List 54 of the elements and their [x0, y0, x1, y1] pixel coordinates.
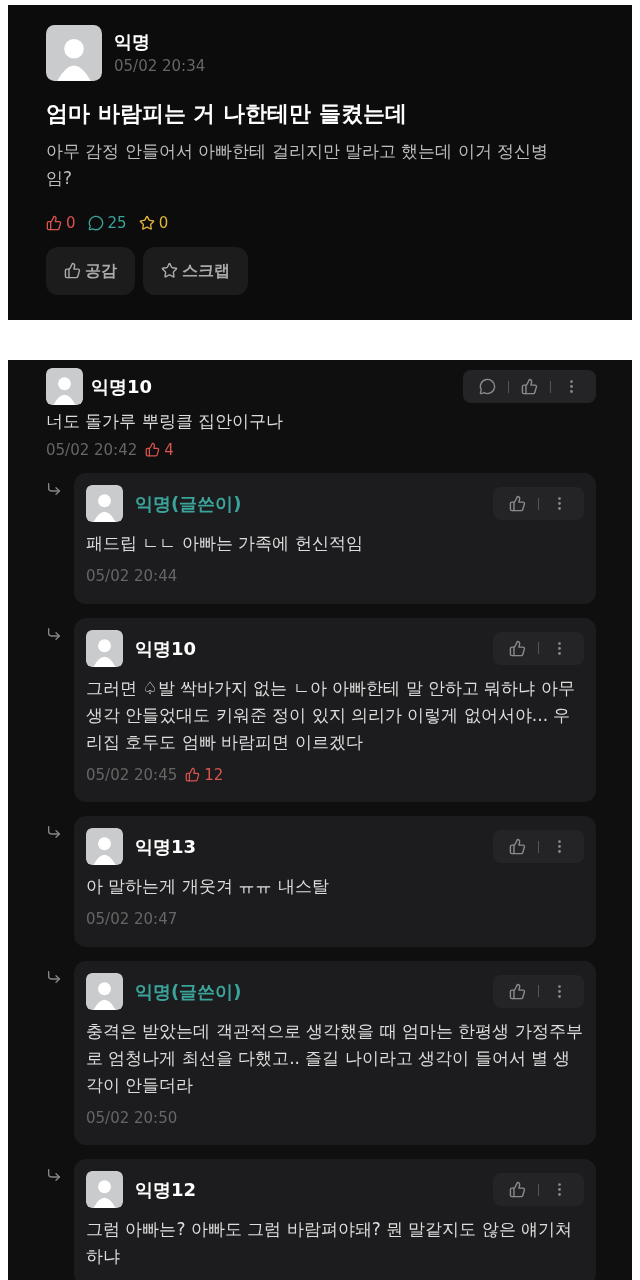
thumbs-up-icon — [145, 442, 161, 458]
thumbs-up-icon[interactable] — [509, 1181, 526, 1198]
avatar-icon — [86, 485, 123, 522]
avatar-icon — [46, 25, 102, 81]
avatar-icon — [86, 972, 123, 1010]
star-icon — [161, 262, 178, 279]
reply-arrow-icon — [46, 625, 62, 642]
star-icon — [138, 215, 155, 232]
comment-text: 너도 돌가루 뿌링클 집안이구나 — [46, 410, 285, 433]
reply-arrow-icon — [46, 1167, 62, 1183]
avatar-icon — [46, 368, 83, 405]
stat-count: 0 — [66, 213, 76, 234]
comment-author: 익명(글쓴이) — [135, 979, 242, 1004]
avatar-icon — [86, 1171, 123, 1208]
comment-author: 익명(글쓴이) — [135, 492, 242, 516]
comment-text: 패드립 ㄴㄴ 아빠는 가족에 헌신적임 — [86, 532, 364, 555]
like-count: 4 — [164, 439, 174, 461]
post-title: 엄마 바람피는 거 나한테만 들켰는데 — [46, 100, 408, 128]
comment-author: 익명10 — [135, 636, 197, 661]
comment-author: 익명10 — [91, 375, 153, 399]
stat-count: 0 — [158, 213, 169, 234]
comment-time: 05/02 20:44 — [86, 566, 178, 587]
post-body: 아무 감정 안들어서 아빠한테 걸리지만 말라고 했는데 이거 정신병임? — [46, 140, 550, 190]
speech-bubble-icon — [87, 215, 104, 232]
reply-arrow-icon — [46, 481, 62, 497]
stat-count: 25 — [107, 213, 127, 234]
comment-author: 익명12 — [135, 1178, 197, 1202]
thumbs-up-icon[interactable] — [509, 495, 526, 512]
scrap-button[interactable]: 스크랩 — [143, 246, 248, 295]
post-time: 05/02 20:34 — [114, 56, 206, 78]
comment-text: 충격은 받았는데 객관적으로 생각했을 때 엄마는 한평생 가정주부로 엄청나게 최선을 다했고.. 즐길 나이라고 생각이 들어서 별 생각이 안들더라 — [86, 1019, 584, 1097]
thumbs-up-icon[interactable] — [509, 982, 526, 1000]
avatar-icon — [86, 629, 123, 667]
reply-arrow-icon — [46, 824, 62, 840]
thumbs-up-icon[interactable] — [521, 378, 538, 395]
comment-time: 05/02 20:47 — [86, 909, 178, 930]
thumbs-up-icon[interactable] — [509, 639, 526, 657]
thumbs-up-icon[interactable] — [509, 838, 526, 855]
comment-time: 05/02 20:42 — [46, 439, 138, 461]
comment-time: 05/02 20:50 — [86, 1107, 178, 1129]
thumbs-up-icon — [185, 767, 201, 783]
comment-text: 그럼 아빠는? 아빠도 그럼 바람펴야돼? 뭔 말같지도 않은 얘기쳐하냐 — [86, 1218, 574, 1268]
thumbs-up-icon — [46, 215, 62, 232]
like-button[interactable]: 공감 — [46, 246, 135, 295]
reply-icon[interactable] — [479, 378, 496, 395]
reply-arrow-icon — [46, 968, 62, 985]
author-name: 익명 — [114, 30, 151, 55]
comment-text: 아 말하는게 개웃겨 ㅠㅠ 내스탈 — [86, 875, 330, 898]
comment-time: 05/02 20:45 — [86, 764, 178, 786]
comment-author: 익명13 — [135, 835, 197, 859]
thumbs-up-icon — [64, 262, 81, 279]
avatar-icon — [86, 828, 123, 865]
like-count: 12 — [204, 764, 224, 786]
comment-text: 그러면 ♤발 싹바가지 없는 ㄴ아 아빠한테 말 안하고 뭐하냐 아무 생각 안들었대도 키워준 정이 있지 의리가 이렇게 없어서야... 우리집 호두도 엄빠 바람피면 이르겠다 — [86, 676, 576, 754]
